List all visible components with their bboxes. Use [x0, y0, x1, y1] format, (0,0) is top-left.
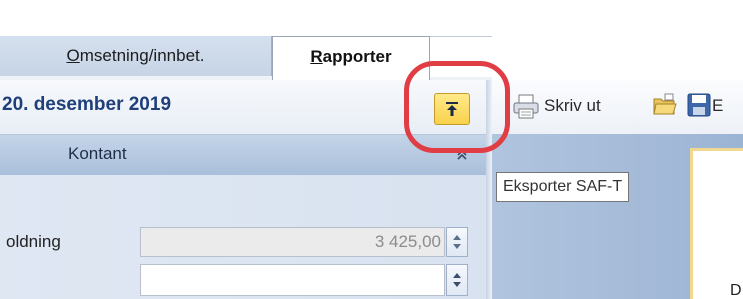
export-saft-button[interactable] — [434, 93, 470, 125]
stepper-arrows-icon — [453, 273, 461, 287]
export-top-icon — [446, 102, 458, 116]
tab-rapporter-label: apporter — [322, 47, 392, 66]
field-label-beholdning: oldning — [6, 232, 61, 251]
report-page-text: D — [730, 282, 742, 299]
chevron-up-double-icon[interactable] — [455, 148, 469, 162]
tab-omsetning[interactable]: Omsetning/innbet. — [0, 36, 272, 76]
amount-stepper-2[interactable] — [446, 264, 468, 296]
app-window: Omsetning/innbet. Rapporter 20. desember… — [0, 0, 743, 299]
tab-rapporter[interactable]: Rapporter — [272, 36, 430, 80]
print-button-label: Skriv ut — [544, 96, 601, 115]
group-header-kontant[interactable]: Kontant — [0, 135, 492, 176]
toolbar-cutoff-label: E — [712, 96, 724, 115]
amount-field[interactable] — [140, 264, 445, 296]
save-icon[interactable] — [686, 92, 712, 118]
tooltip-export-saft: Eksporter SAF-T — [496, 172, 630, 202]
tab-omsetning-label: msetning/innbet. — [79, 46, 205, 65]
tab-strip-filler — [430, 36, 492, 77]
amount-stepper[interactable] — [446, 227, 468, 257]
report-page — [690, 148, 743, 299]
tab-rapporter-accel: R — [310, 47, 323, 66]
tab-omsetning-accel: O — [66, 46, 80, 65]
report-header: 20. desember 2019 — [0, 80, 492, 135]
folder-open-icon[interactable] — [652, 92, 678, 118]
printer-icon — [513, 94, 539, 119]
group-header-label: Kontant — [68, 144, 127, 163]
stepper-arrows-icon — [453, 235, 461, 249]
amount-field-readonly: 3 425,00 — [140, 227, 445, 257]
report-date: 20. desember 2019 — [2, 94, 172, 115]
